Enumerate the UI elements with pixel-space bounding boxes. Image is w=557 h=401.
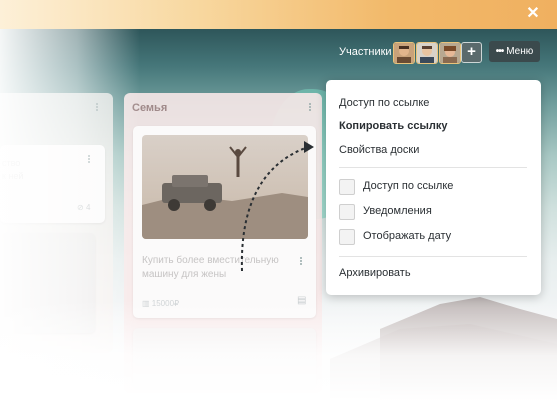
dashed-arrow xyxy=(240,141,314,272)
comment-icon: ▤ xyxy=(297,295,307,306)
card[interactable]: ство к ней ⊘ 4 xyxy=(0,145,105,223)
menu-button[interactable]: ••• Меню xyxy=(489,41,540,62)
list-options-icon[interactable] xyxy=(308,102,312,115)
menu-item-board-properties[interactable]: Свойства доски xyxy=(339,144,419,156)
menu-divider xyxy=(339,256,527,257)
top-banner-strip: ✕ xyxy=(0,0,557,29)
card[interactable] xyxy=(133,328,316,388)
member-avatar[interactable] xyxy=(393,42,415,64)
menu-button-label: Меню xyxy=(506,46,534,57)
list-title: Семья xyxy=(132,102,168,114)
board-header: Участники + ••• Меню xyxy=(0,29,557,75)
menu-item-link-access[interactable]: Доступ по ссылке xyxy=(339,97,429,109)
card[interactable] xyxy=(0,233,95,333)
list-options-icon[interactable] xyxy=(95,102,99,115)
checkbox[interactable] xyxy=(339,204,355,220)
menu-item-archive[interactable]: Архивировать xyxy=(339,267,411,279)
checkbox[interactable] xyxy=(339,229,355,245)
more-icon: ••• xyxy=(495,46,504,57)
checkbox-label: Доступ по ссылке xyxy=(363,180,454,192)
member-avatar[interactable] xyxy=(439,42,461,64)
board-menu-dropdown: Доступ по ссылке Копировать ссылку Свойс… xyxy=(326,80,541,295)
attachment-icon: ⊘ 4 xyxy=(77,203,91,212)
checkbox[interactable] xyxy=(339,179,355,195)
chart-icon: ▥ xyxy=(142,299,152,308)
checkbox-label: Уведомления xyxy=(363,205,432,217)
menu-divider xyxy=(339,167,527,168)
menu-item-copy-link[interactable]: Копировать ссылку xyxy=(339,120,447,132)
add-member-button[interactable]: + xyxy=(461,42,482,63)
card-price: ▥ 15000₽ xyxy=(142,299,180,308)
member-avatar[interactable] xyxy=(416,42,438,64)
members-label: Участники xyxy=(339,46,392,58)
list-column: ство к ней ⊘ 4 xyxy=(0,93,113,353)
close-icon[interactable]: ✕ xyxy=(525,6,541,22)
card-options-icon[interactable] xyxy=(87,154,91,167)
checkbox-label: Отображать дату xyxy=(363,230,452,242)
card-text: ство к ней xyxy=(2,158,24,181)
